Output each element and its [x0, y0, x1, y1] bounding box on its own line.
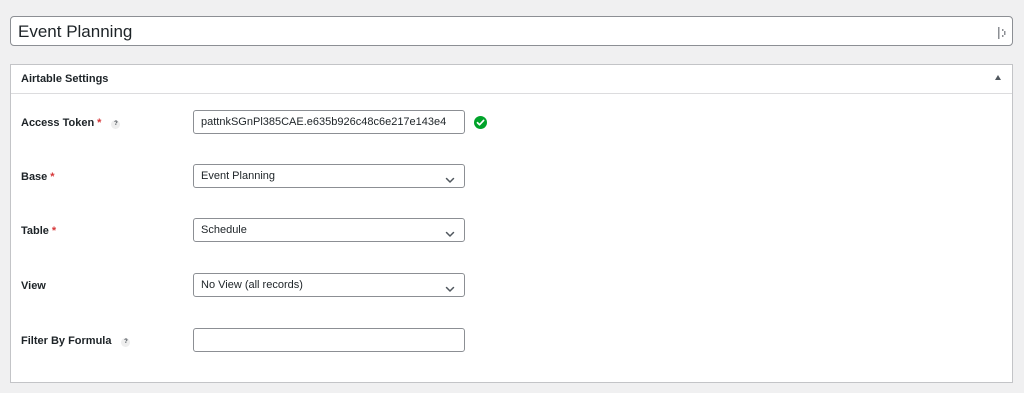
post-title-input[interactable]: Event Planning	[18, 21, 132, 43]
access-token-input[interactable]: pattnkSGnPl385CAE.e635b926c48c6e217e143e…	[193, 110, 465, 134]
chevron-down-icon	[445, 171, 455, 183]
base-label: Base *	[21, 171, 55, 183]
chevron-down-icon	[445, 280, 455, 292]
table-select[interactable]: Schedule	[193, 218, 465, 242]
chevron-down-icon	[445, 225, 455, 237]
required-marker: *	[50, 171, 55, 183]
required-marker: *	[51, 225, 57, 237]
panel-title: Airtable Settings	[21, 73, 109, 85]
filter-formula-label: Filter By Formula?	[21, 334, 131, 348]
help-icon[interactable]: ?	[111, 120, 121, 129]
collapse-arrow-icon[interactable]	[995, 75, 1001, 80]
drag-handle-icon	[998, 26, 1006, 39]
view-select[interactable]: No View (all records)	[193, 273, 465, 297]
base-select[interactable]: Event Planning	[193, 164, 465, 188]
required-marker: *	[97, 117, 102, 129]
airtable-settings-panel: Airtable Settings Access Token *? pattnkS…	[10, 64, 1013, 383]
panel-header[interactable]: Airtable Settings	[11, 65, 1012, 94]
view-label: View	[21, 280, 46, 292]
table-label: Table *	[21, 225, 57, 237]
filter-formula-input[interactable]	[193, 328, 465, 352]
check-circle-icon	[474, 116, 487, 129]
access-token-label: Access Token *?	[21, 116, 121, 130]
post-title-field[interactable]: Event Planning	[10, 16, 1013, 46]
help-icon[interactable]: ?	[121, 338, 131, 347]
